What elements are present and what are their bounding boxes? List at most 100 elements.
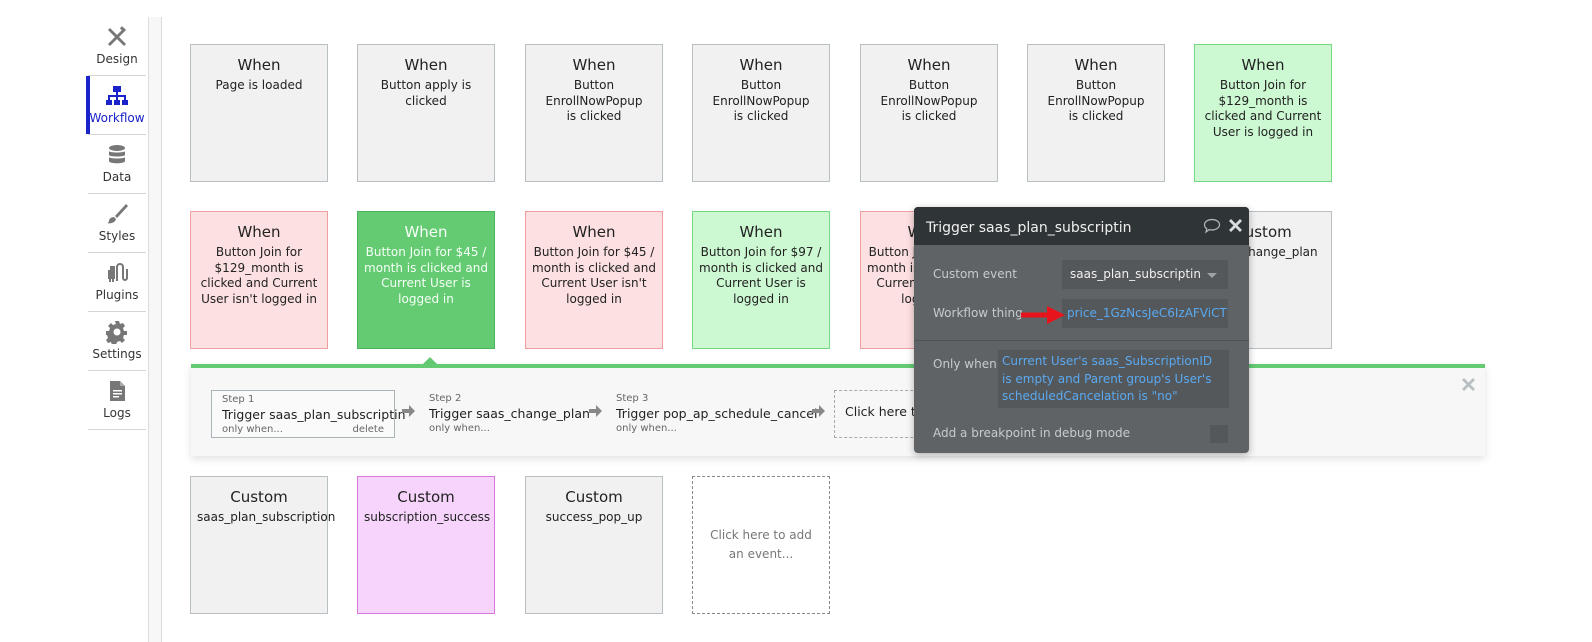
event-block[interactable]: When Button EnrollNowPopup is clicked bbox=[860, 44, 998, 182]
event-desc: Button Join for $129_month is clicked an… bbox=[1204, 78, 1322, 139]
event-kind: When bbox=[1241, 56, 1285, 74]
event-block[interactable]: Custom saas_plan_subscription bbox=[190, 476, 336, 614]
event-desc: Button Join for $129_month is clicked an… bbox=[200, 245, 318, 306]
nav-item-label: Design bbox=[96, 52, 138, 66]
event-kind: When bbox=[907, 56, 951, 74]
delete-step-link[interactable]: delete bbox=[352, 423, 384, 436]
nav-item-design[interactable]: Design bbox=[88, 17, 146, 76]
event-desc: Page is loaded bbox=[215, 78, 303, 92]
workflow-thing-field[interactable]: price_1GzNcsJeC6IzAFViCTLYA8si bbox=[1062, 299, 1228, 328]
divider bbox=[914, 340, 1249, 341]
event-kind: Custom bbox=[397, 488, 455, 506]
event-block[interactable]: When Button EnrollNowPopup is clicked bbox=[692, 44, 830, 182]
event-block[interactable]: Custom subscription_success bbox=[357, 476, 495, 614]
event-desc: Button Join for $97 / month is clicked a… bbox=[699, 245, 823, 306]
arrow-right-icon bbox=[589, 405, 602, 417]
popup-header: Trigger saas_plan_subscriptin bbox=[914, 207, 1249, 245]
arrow-right-icon bbox=[812, 405, 825, 417]
step-condition: only when... bbox=[429, 423, 490, 434]
event-block[interactable]: When Button EnrollNowPopup is clicked bbox=[525, 44, 663, 182]
arrow-right-icon bbox=[402, 405, 415, 417]
close-icon[interactable] bbox=[1229, 219, 1242, 232]
event-desc: Button EnrollNowPopup is clicked bbox=[712, 78, 810, 123]
event-block[interactable]: When Button Join for $97 / month is clic… bbox=[692, 211, 830, 349]
nav-item-styles[interactable]: Styles bbox=[88, 194, 146, 253]
breakpoint-label: Add a breakpoint in debug mode bbox=[933, 426, 1131, 440]
chevron-down-icon bbox=[1207, 273, 1217, 278]
brush-icon bbox=[88, 202, 146, 228]
database-icon bbox=[88, 143, 146, 169]
event-desc: success_pop_up bbox=[545, 510, 643, 524]
event-desc: Button Join for $45 / month is clicked a… bbox=[364, 245, 488, 306]
nav-item-label: Workflow bbox=[89, 111, 145, 125]
plug-icon bbox=[88, 261, 146, 287]
event-desc: Button EnrollNowPopup is clicked bbox=[1047, 78, 1145, 123]
event-block-selected[interactable]: When Button Join for $45 / month is clic… bbox=[357, 211, 495, 349]
event-kind: When bbox=[739, 56, 783, 74]
event-kind: When bbox=[572, 56, 616, 74]
event-kind: When bbox=[1074, 56, 1118, 74]
annotation-arrow-icon bbox=[1021, 306, 1065, 324]
custom-event-select[interactable]: saas_plan_subscriptin bbox=[1062, 260, 1228, 289]
event-block[interactable]: When Button apply is clicked bbox=[357, 44, 495, 182]
only-when-label: Only when bbox=[933, 357, 997, 371]
nav-item-data[interactable]: Data bbox=[88, 135, 146, 194]
custom-event-value: saas_plan_subscriptin bbox=[1070, 267, 1201, 281]
event-kind: When bbox=[404, 223, 448, 241]
event-kind: When bbox=[739, 223, 783, 241]
event-block[interactable]: When Page is loaded bbox=[190, 44, 328, 182]
step-condition: only when... bbox=[222, 424, 283, 435]
step-2[interactable]: Step 2 Trigger saas_change_plan only whe… bbox=[419, 390, 600, 438]
gear-icon bbox=[88, 320, 146, 346]
event-kind: When bbox=[572, 223, 616, 241]
step-1[interactable]: Step 1 Trigger saas_plan_subscriptin onl… bbox=[211, 390, 406, 438]
only-when-expression[interactable]: Current User's saas_SubscriptionID is em… bbox=[998, 350, 1229, 408]
add-event-button[interactable]: Click here to add an event... bbox=[692, 476, 830, 614]
design-icon bbox=[88, 25, 146, 51]
breakpoint-checkbox[interactable] bbox=[1210, 425, 1228, 443]
comment-icon[interactable] bbox=[1203, 218, 1221, 234]
step-number: Step 2 bbox=[429, 393, 462, 404]
event-block[interactable]: When Button EnrollNowPopup is clicked bbox=[1027, 44, 1165, 182]
event-desc: Button Join for $45 / month is clicked a… bbox=[532, 245, 656, 306]
step-number: Step 3 bbox=[616, 393, 649, 404]
nav-item-label: Plugins bbox=[95, 288, 139, 302]
event-desc: subscription_success bbox=[364, 510, 491, 524]
close-icon[interactable] bbox=[1462, 378, 1475, 391]
action-properties-popup: Trigger saas_plan_subscriptin Custom eve… bbox=[914, 207, 1249, 453]
event-block[interactable]: Custom success_pop_up bbox=[525, 476, 663, 614]
event-desc: Button apply is clicked bbox=[380, 78, 472, 108]
event-kind: When bbox=[237, 56, 281, 74]
event-kind: When bbox=[404, 56, 448, 74]
document-icon bbox=[88, 379, 146, 405]
event-desc: saas_plan_subscription bbox=[197, 510, 336, 524]
step-number: Step 1 bbox=[222, 394, 255, 405]
nav-item-plugins[interactable]: Plugins bbox=[88, 253, 146, 312]
selection-notch bbox=[423, 357, 437, 364]
event-kind: Custom bbox=[230, 488, 288, 506]
event-block[interactable]: When Button Join for $45 / month is clic… bbox=[525, 211, 663, 349]
step-title: Trigger saas_change_plan bbox=[429, 406, 590, 421]
nav-item-label: Logs bbox=[103, 406, 131, 420]
step-title: Trigger pop_ap_schedule_cancel bbox=[616, 406, 818, 421]
workflow-steps-panel: Step 1 Trigger saas_plan_subscriptin onl… bbox=[191, 364, 1485, 456]
event-block[interactable]: When Button Join for $129_month is click… bbox=[1194, 44, 1332, 182]
nav-item-label: Data bbox=[102, 170, 132, 184]
event-kind: When bbox=[237, 223, 281, 241]
panel-divider[interactable] bbox=[148, 17, 162, 642]
nav-item-settings[interactable]: Settings bbox=[88, 312, 146, 371]
event-desc: Button EnrollNowPopup is clicked bbox=[545, 78, 643, 123]
step-condition: only when... bbox=[616, 423, 677, 434]
popup-title: Trigger saas_plan_subscriptin bbox=[926, 220, 1132, 236]
nav-item-workflow[interactable]: Workflow bbox=[86, 76, 146, 135]
event-block[interactable]: When Button Join for $129_month is click… bbox=[190, 211, 328, 349]
nav-item-logs[interactable]: Logs bbox=[88, 371, 146, 430]
event-kind: Custom bbox=[565, 488, 623, 506]
nav-item-label: Settings bbox=[92, 347, 142, 361]
add-event-label: Click here to add an event... bbox=[710, 528, 812, 561]
custom-event-label: Custom event bbox=[933, 267, 1017, 281]
step-3[interactable]: Step 3 Trigger pop_ap_schedule_cancel on… bbox=[606, 390, 827, 438]
step-title: Trigger saas_plan_subscriptin bbox=[222, 407, 406, 422]
event-desc: Button EnrollNowPopup is clicked bbox=[880, 78, 978, 123]
nav-item-label: Styles bbox=[98, 229, 136, 243]
